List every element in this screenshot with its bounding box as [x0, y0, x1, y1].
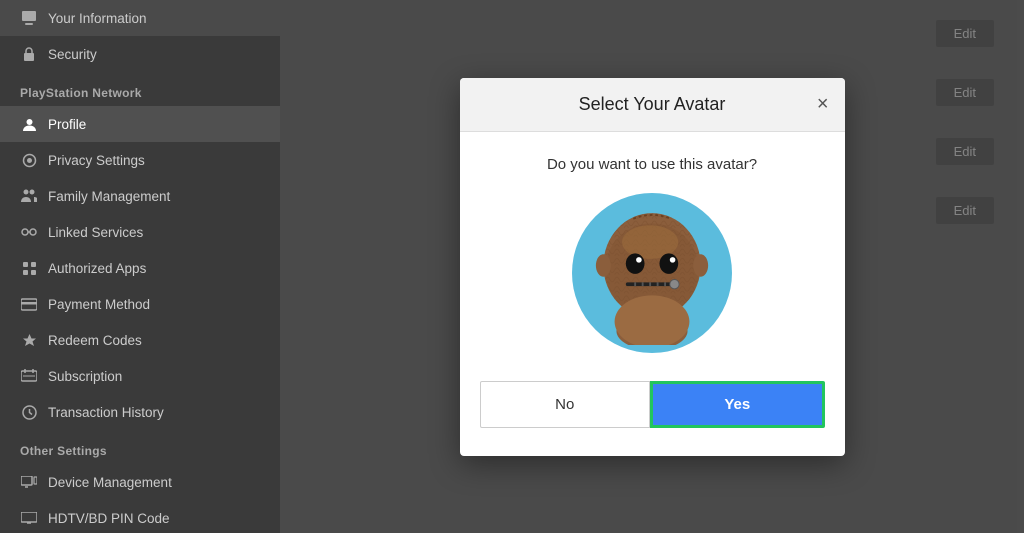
sidebar: Your Information Security PlayStation Ne…: [0, 0, 280, 533]
no-button[interactable]: No: [480, 381, 651, 428]
sidebar-item-hdtv-pin[interactable]: HDTV/BD PIN Code: [0, 500, 280, 533]
sidebar-item-label: Device Management: [48, 475, 172, 490]
psn-section-header: PlayStation Network: [0, 72, 280, 106]
dialog-buttons: No Yes: [480, 381, 825, 428]
sidebar-item-label: Payment Method: [48, 297, 150, 312]
sidebar-item-label: HDTV/BD PIN Code: [48, 511, 170, 526]
sidebar-item-your-information[interactable]: Your Information: [0, 0, 280, 36]
sidebar-item-label: Privacy Settings: [48, 153, 145, 168]
sidebar-item-subscription[interactable]: Subscription: [0, 358, 280, 394]
person-icon: [20, 9, 38, 27]
sidebar-item-linked-services[interactable]: Linked Services: [0, 214, 280, 250]
dialog-header: Select Your Avatar ×: [460, 78, 845, 132]
main-content: Edit Edit Edit Edit Select Your Avatar ×…: [280, 0, 1024, 533]
sidebar-item-label: Subscription: [48, 369, 122, 384]
sidebar-section-1: Your Information Security: [0, 0, 280, 72]
avatar-preview: [572, 193, 732, 353]
sidebar-item-label: Your Information: [48, 11, 147, 26]
privacy-icon: [20, 151, 38, 169]
sidebar-item-security[interactable]: Security: [0, 36, 280, 72]
dialog-title: Select Your Avatar: [579, 94, 726, 115]
sidebar-item-privacy-settings[interactable]: Privacy Settings: [0, 142, 280, 178]
other-section-header: Other Settings: [0, 430, 280, 464]
sidebar-item-redeem-codes[interactable]: Redeem Codes: [0, 322, 280, 358]
sackboy-avatar-svg: [582, 200, 722, 345]
profile-icon: [20, 115, 38, 133]
redeem-icon: [20, 331, 38, 349]
modal-overlay: Select Your Avatar × Do you want to use …: [280, 0, 1024, 533]
sidebar-item-label: Transaction History: [48, 405, 164, 420]
select-avatar-dialog: Select Your Avatar × Do you want to use …: [460, 78, 845, 456]
history-icon: [20, 403, 38, 421]
yes-button[interactable]: Yes: [650, 381, 825, 428]
linked-icon: [20, 223, 38, 241]
dialog-body: Do you want to use this avatar?: [460, 132, 845, 456]
payment-icon: [20, 295, 38, 313]
lock-icon: [20, 45, 38, 63]
sidebar-item-label: Linked Services: [48, 225, 143, 240]
sidebar-item-authorized-apps[interactable]: Authorized Apps: [0, 250, 280, 286]
subscription-icon: [20, 367, 38, 385]
sidebar-item-device-management[interactable]: Device Management: [0, 464, 280, 500]
close-button[interactable]: ×: [817, 94, 829, 114]
family-icon: [20, 187, 38, 205]
sidebar-item-family-management[interactable]: Family Management: [0, 178, 280, 214]
sidebar-item-transaction-history[interactable]: Transaction History: [0, 394, 280, 430]
sidebar-item-label: Family Management: [48, 189, 170, 204]
hdtv-icon: [20, 509, 38, 527]
apps-icon: [20, 259, 38, 277]
sidebar-item-label: Authorized Apps: [48, 261, 146, 276]
dialog-question: Do you want to use this avatar?: [547, 156, 757, 173]
sidebar-item-label: Redeem Codes: [48, 333, 142, 348]
sidebar-section-psn: PlayStation Network Profile Privacy Sett…: [0, 72, 280, 430]
sidebar-section-other: Other Settings Device Management HDTV/BD…: [0, 430, 280, 533]
sidebar-item-payment-method[interactable]: Payment Method: [0, 286, 280, 322]
device-icon: [20, 473, 38, 491]
sidebar-item-label: Profile: [48, 117, 86, 132]
sidebar-item-profile[interactable]: Profile: [0, 106, 280, 142]
sidebar-item-label: Security: [48, 47, 97, 62]
